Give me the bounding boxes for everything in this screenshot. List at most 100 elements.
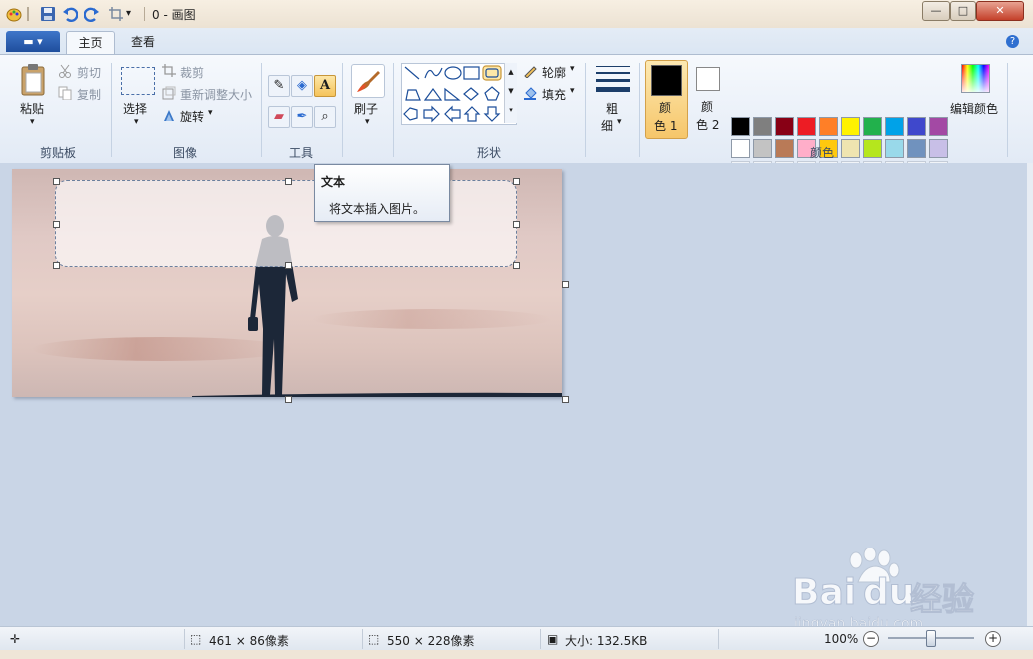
color2-label-line2: 色 2	[696, 118, 720, 132]
palette-swatch[interactable]	[863, 139, 882, 158]
brush-button-label[interactable]: 刷子	[354, 100, 378, 117]
group-separator	[111, 63, 112, 157]
palette-swatch[interactable]	[797, 117, 816, 136]
eraser-tool-icon[interactable]: ▰	[268, 106, 290, 128]
zoom-out-button[interactable]: −	[863, 631, 879, 647]
size-icon[interactable]	[596, 65, 630, 93]
palette-swatch[interactable]	[731, 139, 750, 158]
resize-handle[interactable]	[285, 396, 292, 403]
window-bottom-border	[0, 650, 1033, 659]
watermark-brand2: du	[862, 572, 915, 614]
palette-swatch[interactable]	[753, 139, 772, 158]
save-icon[interactable]	[40, 6, 56, 22]
resize-handle[interactable]	[513, 262, 520, 269]
palette-swatch[interactable]	[885, 139, 904, 158]
crop-icon	[162, 64, 176, 78]
resize-button[interactable]: 重新调整大小	[180, 86, 252, 103]
palette-swatch[interactable]	[775, 117, 794, 136]
palette-swatch[interactable]	[907, 117, 926, 136]
group-separator	[1007, 63, 1008, 157]
maximize-button[interactable]: □	[950, 1, 976, 21]
rotate-dropdown-icon[interactable]: ▾	[208, 108, 213, 118]
pencil-tool-icon[interactable]: ✎	[268, 75, 290, 97]
paste-icon[interactable]	[18, 63, 50, 97]
outline-icon	[523, 64, 537, 79]
rotate-button[interactable]: 旋转	[180, 108, 204, 125]
fill-bucket-tool-icon[interactable]: ◈	[291, 75, 313, 97]
redo-icon[interactable]	[83, 6, 100, 22]
brush-icon[interactable]	[351, 64, 385, 98]
zoom-in-button[interactable]: +	[985, 631, 1001, 647]
outline-dropdown-icon[interactable]: ▾	[570, 64, 575, 74]
color1-label-line1: 颜	[659, 101, 672, 115]
resize-handle[interactable]	[53, 178, 60, 185]
file-menu-button[interactable]: ▬ ▾	[6, 31, 60, 52]
resize-handle[interactable]	[562, 396, 569, 403]
palette-swatch[interactable]	[775, 139, 794, 158]
palette-swatch[interactable]	[885, 117, 904, 136]
select-dropdown-icon[interactable]: ▾	[134, 117, 139, 127]
colors-group-label: 颜色	[810, 146, 835, 160]
close-button[interactable]: ✕	[976, 1, 1024, 21]
text-tool-icon[interactable]: A	[314, 75, 336, 97]
edit-colors-icon[interactable]	[961, 64, 990, 93]
crop-quick-icon[interactable]	[108, 6, 124, 22]
group-separator	[261, 63, 262, 157]
paste-dropdown-icon[interactable]: ▾	[30, 117, 35, 127]
magnifier-tool-icon[interactable]: ⌕	[314, 106, 336, 128]
copy-button[interactable]: 复制	[77, 86, 101, 103]
cut-button[interactable]: 剪切	[77, 64, 101, 81]
color2-swatch	[696, 67, 720, 91]
palette-swatch[interactable]	[819, 117, 838, 136]
edit-colors-button[interactable]: 编辑颜色	[950, 100, 998, 117]
baidu-jingyan-watermark: Bai du 经验 jingyan.baidu.com	[791, 548, 992, 638]
fill-dropdown-icon[interactable]: ▾	[570, 86, 575, 96]
resize-handle[interactable]	[53, 221, 60, 228]
customize-toolbar-icon[interactable]: ▾	[126, 6, 142, 22]
shapes-gallery[interactable]	[401, 63, 517, 125]
outline-button[interactable]: 轮廓	[542, 64, 566, 81]
resize-handle[interactable]	[285, 262, 292, 269]
fill-button[interactable]: 填充	[542, 86, 566, 103]
minimize-button[interactable]: —	[922, 1, 950, 21]
palette-swatch[interactable]	[841, 139, 860, 158]
size-label-line1[interactable]: 粗	[606, 100, 618, 117]
size-dropdown-icon[interactable]: ▾	[617, 117, 622, 127]
undo-icon[interactable]	[62, 6, 79, 22]
resize-handle[interactable]	[53, 262, 60, 269]
resize-handle[interactable]	[513, 221, 520, 228]
crop-button[interactable]: 裁剪	[180, 64, 204, 81]
size-label-line2[interactable]: 细	[601, 117, 613, 134]
palette-swatch[interactable]	[929, 139, 948, 158]
select-icon[interactable]	[121, 67, 155, 95]
selection-size-text: 461 × 86像素	[209, 634, 289, 648]
resize-handle[interactable]	[562, 281, 569, 288]
color1-button[interactable]: 颜 色 1	[645, 60, 688, 139]
group-separator	[393, 63, 394, 157]
zoom-slider-thumb[interactable]	[926, 630, 936, 647]
palette-swatch[interactable]	[929, 117, 948, 136]
select-button-label[interactable]: 选择	[123, 100, 147, 117]
brush-dropdown-icon[interactable]: ▾	[365, 117, 370, 127]
tab-home[interactable]: 主页	[66, 31, 115, 55]
vertical-scrollbar[interactable]	[1027, 163, 1033, 626]
resize-handle[interactable]	[285, 178, 292, 185]
paste-button-label[interactable]: 粘贴	[20, 100, 44, 117]
palette-swatch[interactable]	[841, 117, 860, 136]
paint-app-icon[interactable]	[6, 6, 22, 22]
color2-label-line1: 颜	[701, 100, 714, 114]
color2-button[interactable]: 颜 色 2	[690, 60, 726, 137]
color1-swatch	[651, 65, 682, 96]
color1-label-line2: 色 1	[654, 119, 678, 133]
palette-swatch[interactable]	[863, 117, 882, 136]
palette-swatch[interactable]	[753, 117, 772, 136]
tab-view[interactable]: 查看	[120, 31, 166, 54]
palette-swatch[interactable]	[907, 139, 926, 158]
clipboard-group-label: 剪贴板	[40, 146, 77, 160]
help-icon[interactable]: ?	[1006, 35, 1019, 48]
resize-handle[interactable]	[513, 178, 520, 185]
palette-swatch[interactable]	[731, 117, 750, 136]
color-picker-tool-icon[interactable]: ✒	[291, 106, 313, 128]
shapes-gallery-scroll[interactable]: ▲ ▼ ▾	[504, 63, 517, 123]
cursor-position-icon: ✛	[10, 632, 21, 646]
